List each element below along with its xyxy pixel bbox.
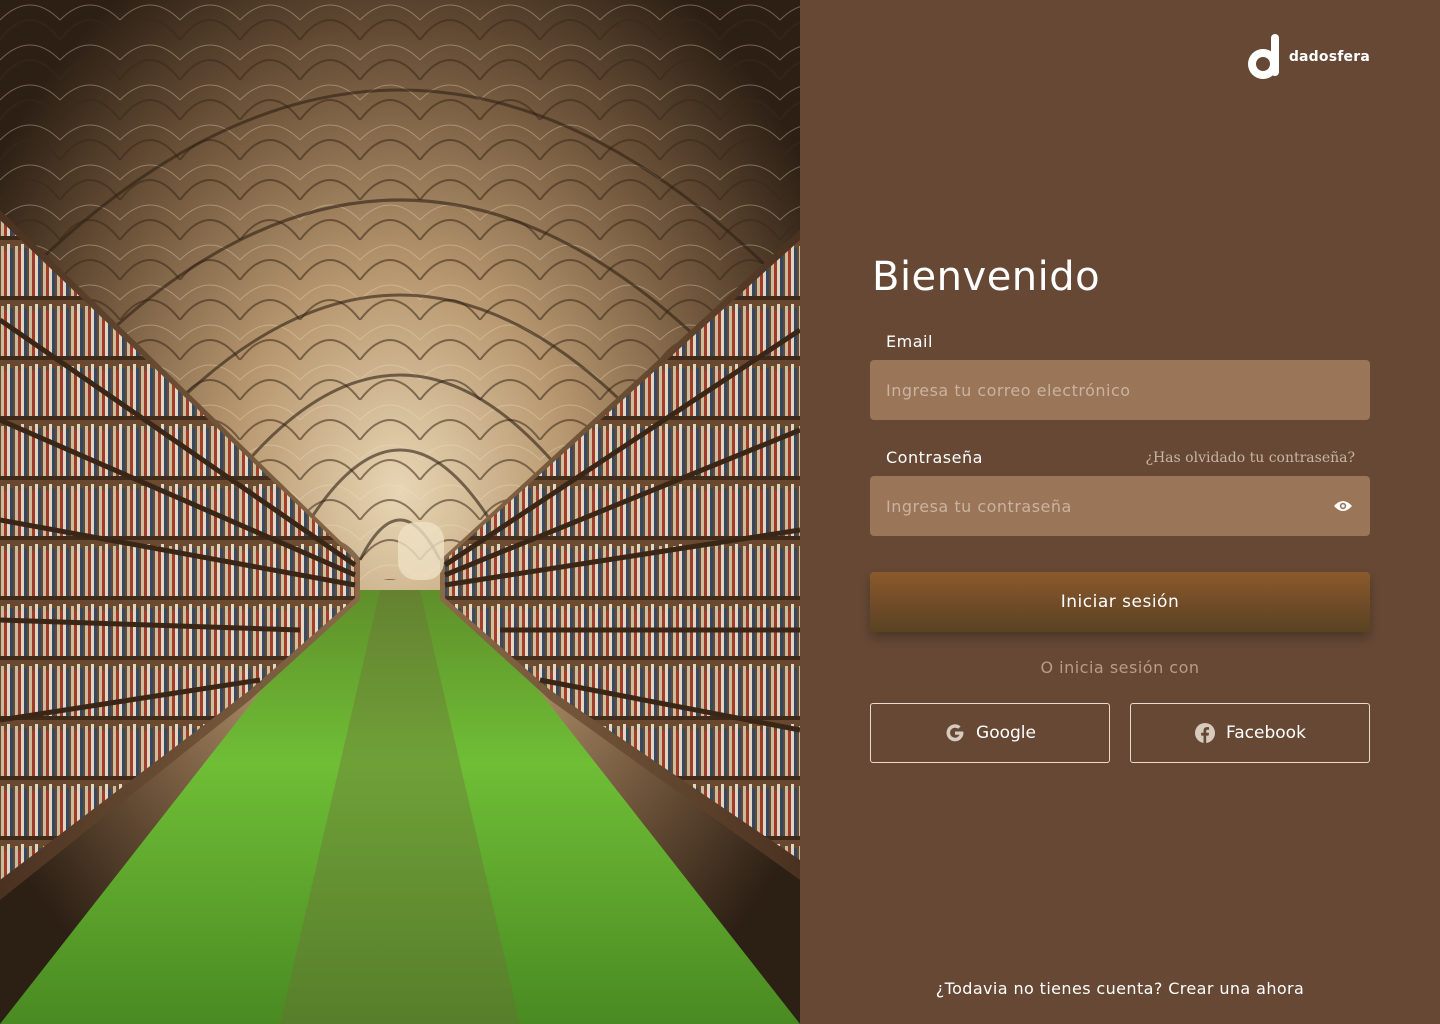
alt-login-text: O inicia sesión con	[1040, 658, 1200, 677]
brand-name: dadosfera	[1288, 49, 1370, 65]
login-panel: dadosfera Bienvenido Email Contraseña ¿H…	[800, 0, 1440, 1024]
password-label: Contraseña	[886, 448, 983, 467]
library-illustration	[0, 0, 800, 1024]
google-button-label: Google	[976, 723, 1036, 743]
login-submit-button[interactable]: Iniciar sesión	[870, 572, 1370, 632]
password-field-container	[870, 476, 1370, 536]
signup-link[interactable]: Crear una ahora	[1168, 979, 1304, 998]
email-input[interactable]	[886, 360, 1354, 420]
password-input[interactable]	[886, 476, 1332, 536]
dadosfera-logo-icon	[1247, 34, 1279, 79]
forgot-password-link[interactable]: ¿Has olvidado tu contraseña?	[1145, 450, 1355, 466]
facebook-icon	[1194, 722, 1216, 744]
page-title: Bienvenido	[872, 254, 1101, 300]
show-password-toggle[interactable]	[1332, 495, 1354, 517]
email-field-container	[870, 360, 1370, 420]
facebook-login-button[interactable]: Facebook	[1130, 703, 1370, 763]
facebook-button-label: Facebook	[1226, 723, 1306, 743]
hero-library-image	[0, 0, 800, 1024]
eye-icon	[1334, 501, 1352, 511]
signup-row: ¿Todavia no tienes cuenta? Crear una aho…	[870, 979, 1370, 998]
signup-prompt: ¿Todavia no tienes cuenta?	[935, 979, 1163, 998]
brand-logo[interactable]: dadosfera	[1245, 32, 1370, 82]
google-login-button[interactable]: Google	[870, 703, 1110, 763]
email-label: Email	[886, 332, 933, 351]
google-icon	[944, 722, 966, 744]
